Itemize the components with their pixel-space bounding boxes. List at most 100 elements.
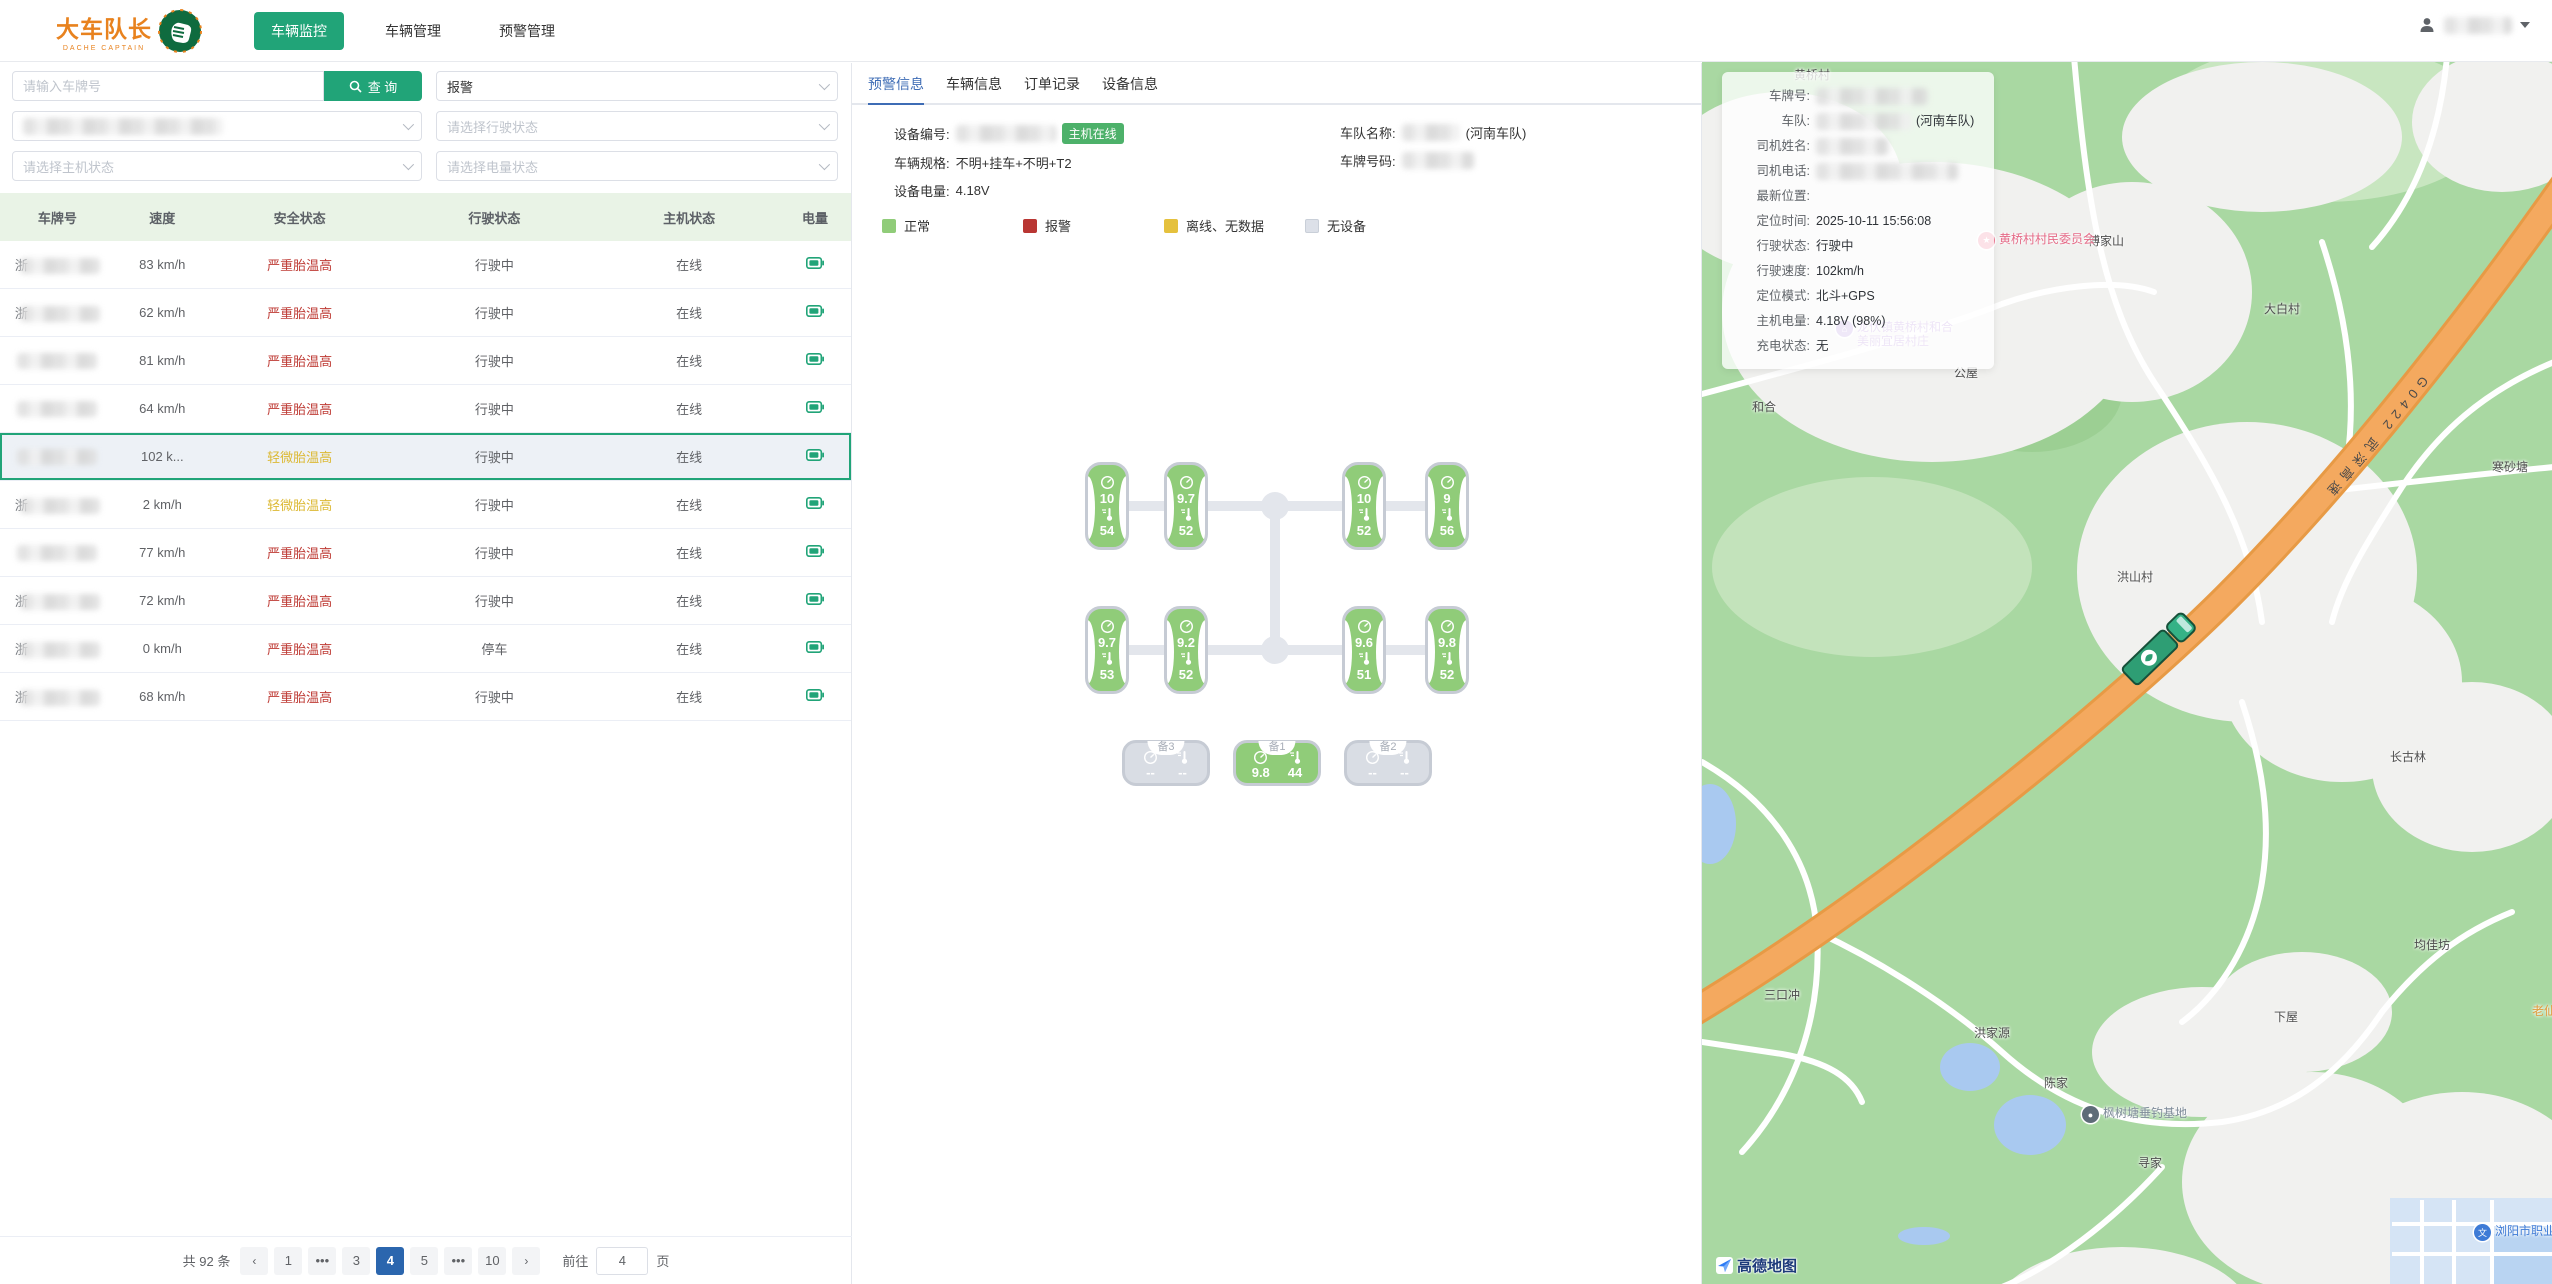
vehicle-row-8[interactable]: 浙0 km/h严重胎温高停车在线	[0, 625, 851, 673]
nav-tab-1[interactable]: 车辆管理	[368, 12, 458, 50]
plate-search-input[interactable]	[12, 71, 324, 101]
col-header-0: 车牌号	[0, 208, 115, 227]
tire-status-legend: 正常报警离线、无数据无设备	[852, 216, 1701, 235]
plate-blurred	[20, 258, 100, 274]
tire-wheel-7[interactable]: 9.651轮7	[1342, 606, 1386, 694]
driving-status-select[interactable]: 请选择行驶状态	[436, 111, 838, 141]
host-status-cell: 在线	[599, 591, 779, 610]
tire-temp-value: 53	[1100, 668, 1114, 681]
plate-blurred	[20, 594, 100, 610]
tire-wheel-5[interactable]: 9.753轮5	[1085, 606, 1129, 694]
spare-tire-备3[interactable]: 备3----	[1122, 740, 1210, 786]
page-button-1[interactable]: 1	[274, 1247, 302, 1275]
driving-status-cell: 行驶中	[390, 255, 600, 274]
plate-cell: 浙	[0, 687, 115, 707]
safety-status-cell: 轻微胎温高	[210, 495, 390, 514]
driving-status-cell: 行驶中	[390, 351, 600, 370]
fleet-select[interactable]	[12, 111, 422, 141]
chevron-down-icon	[819, 79, 830, 90]
spare-pressure-value: --	[1368, 766, 1377, 779]
plate-cell: 浙	[0, 591, 115, 611]
alarm-type-select[interactable]: 报警	[436, 71, 838, 101]
goto-label: 前往	[562, 1251, 588, 1270]
page-button-3[interactable]: 3	[342, 1247, 370, 1275]
goto-page-input[interactable]	[596, 1247, 648, 1275]
total-count: 共 92 条	[183, 1251, 231, 1270]
tire-wheel-6[interactable]: 9.252轮6	[1164, 606, 1208, 694]
school-poi[interactable]: 文浏阳市职业中	[2474, 1224, 2552, 1241]
vehicle-row-5[interactable]: 浙2 km/h轻微胎温高行驶中在线	[0, 481, 851, 529]
vehicle-row-7[interactable]: 浙72 km/h严重胎温高行驶中在线	[0, 577, 851, 625]
vehicle-detail-panel: 预警信息车辆信息订单记录设备信息 设备编号: 主机在线 车辆规格: 不明+挂车+…	[852, 63, 1702, 1284]
popup-value: (河南车队)	[1816, 109, 1974, 134]
map-panel[interactable]: G0422 武深高速 车牌号:车队:(河南车队)司机姓名:司机电话:最新位置:定…	[1702, 62, 2552, 1284]
prev-page-button[interactable]: ‹	[240, 1247, 268, 1275]
popup-value	[1816, 134, 1888, 159]
tire-wheel-8[interactable]: 9.852轮8	[1425, 606, 1469, 694]
popup-row-4: 最新位置:	[1728, 184, 1982, 209]
detail-tab-3[interactable]: 设备信息	[1102, 64, 1158, 103]
tire-wheel-2[interactable]: 9.752轮2	[1164, 462, 1208, 550]
vehicle-row-3[interactable]: 64 km/h严重胎温高行驶中在线	[0, 385, 851, 433]
vehicle-row-2[interactable]: 81 km/h严重胎温高行驶中在线	[0, 337, 851, 385]
safety-status-cell: 严重胎温高	[210, 303, 390, 322]
battery-icon	[806, 401, 824, 413]
tire-temp-value: 56	[1440, 524, 1454, 537]
battery-cell	[779, 593, 851, 608]
nav-tab-2[interactable]: 预警管理	[482, 12, 572, 50]
detail-tab-1[interactable]: 车辆信息	[946, 64, 1002, 103]
chevron-down-icon	[819, 159, 830, 170]
tire-wheel-4[interactable]: 956轮4	[1425, 462, 1469, 550]
spare-tire-备2[interactable]: 备2----	[1344, 740, 1432, 786]
tire-wheel-3[interactable]: 1052轮3	[1342, 462, 1386, 550]
spare-tire-备1[interactable]: 备19.844	[1233, 740, 1321, 786]
popup-value-blurred	[1816, 163, 1958, 180]
thermometer-icon	[1441, 651, 1454, 666]
speed-cell: 72 km/h	[115, 593, 210, 608]
fleet-name-suffix: (河南车队)	[1466, 123, 1527, 142]
host-status-select[interactable]: 请选择主机状态	[12, 151, 422, 181]
vehicle-table-header: 车牌号速度安全状态行驶状态主机状态电量	[0, 193, 851, 241]
tire-wheel-1[interactable]: 1054轮1	[1085, 462, 1129, 550]
map-label-均佳坊: 均佳坊	[2414, 936, 2450, 953]
fishing-base-poi[interactable]: ●枫树塘垂钓基地	[2082, 1106, 2187, 1123]
fleet-name-label: 车队名称:	[1340, 123, 1396, 142]
page-button-4[interactable]: 4	[376, 1247, 404, 1275]
tire-temp-value: 54	[1100, 524, 1114, 537]
map-label-洪家源: 洪家源	[1974, 1024, 2010, 1041]
battery-icon	[806, 641, 824, 653]
search-button[interactable]: 查 询	[324, 71, 422, 101]
next-page-button[interactable]: ›	[512, 1247, 540, 1275]
legend-label: 离线、无数据	[1186, 216, 1264, 235]
top-bar: 大车队长 DACHE CAPTAIN 车辆监控车辆管理预警管理	[0, 0, 2552, 62]
legend-item-3: 无设备	[1305, 216, 1446, 235]
battery-status-select[interactable]: 请选择电量状态	[436, 151, 838, 181]
safety-status-cell: 轻微胎温高	[210, 447, 390, 466]
vehicle-row-1[interactable]: 浙62 km/h严重胎温高行驶中在线	[0, 289, 851, 337]
popup-value-text: 2025-10-11 15:56:08	[1816, 209, 1931, 234]
main-nav: 车辆监控车辆管理预警管理	[254, 12, 572, 50]
school-poi-icon: 文	[2474, 1224, 2491, 1241]
nav-tab-0[interactable]: 车辆监控	[254, 12, 344, 50]
tire-pressure-value: 9.2	[1177, 636, 1195, 649]
host-status-cell: 在线	[599, 495, 779, 514]
brand-title: 大车队长	[56, 10, 152, 44]
vehicle-row-6[interactable]: 77 km/h严重胎温高行驶中在线	[0, 529, 851, 577]
detail-tab-2[interactable]: 订单记录	[1024, 64, 1080, 103]
vehicle-row-0[interactable]: 浙83 km/h严重胎温高行驶中在线	[0, 241, 851, 289]
page-button-10[interactable]: 10	[478, 1247, 506, 1275]
vehicle-row-9[interactable]: 浙68 km/h严重胎温高行驶中在线	[0, 673, 851, 721]
popup-value-blurred	[1816, 138, 1888, 155]
village-committee-poi[interactable]: ★黄桥村村民委员会	[1978, 232, 2095, 249]
page-button-5[interactable]: 5	[410, 1247, 438, 1275]
popup-label: 定位时间:	[1728, 209, 1810, 234]
vehicle-row-4[interactable]: 102 k...轻微胎温高行驶中在线	[0, 433, 851, 481]
user-menu[interactable]	[2418, 16, 2530, 34]
battery-icon	[806, 353, 824, 365]
pressure-gauge-icon	[1440, 619, 1455, 634]
map-label-下屋: 下屋	[2274, 1008, 2298, 1025]
fishing-base-poi-icon: ●	[2082, 1106, 2099, 1123]
user-icon	[2418, 16, 2436, 34]
detail-tab-0[interactable]: 预警信息	[868, 64, 924, 103]
thermometer-icon	[1358, 507, 1371, 522]
